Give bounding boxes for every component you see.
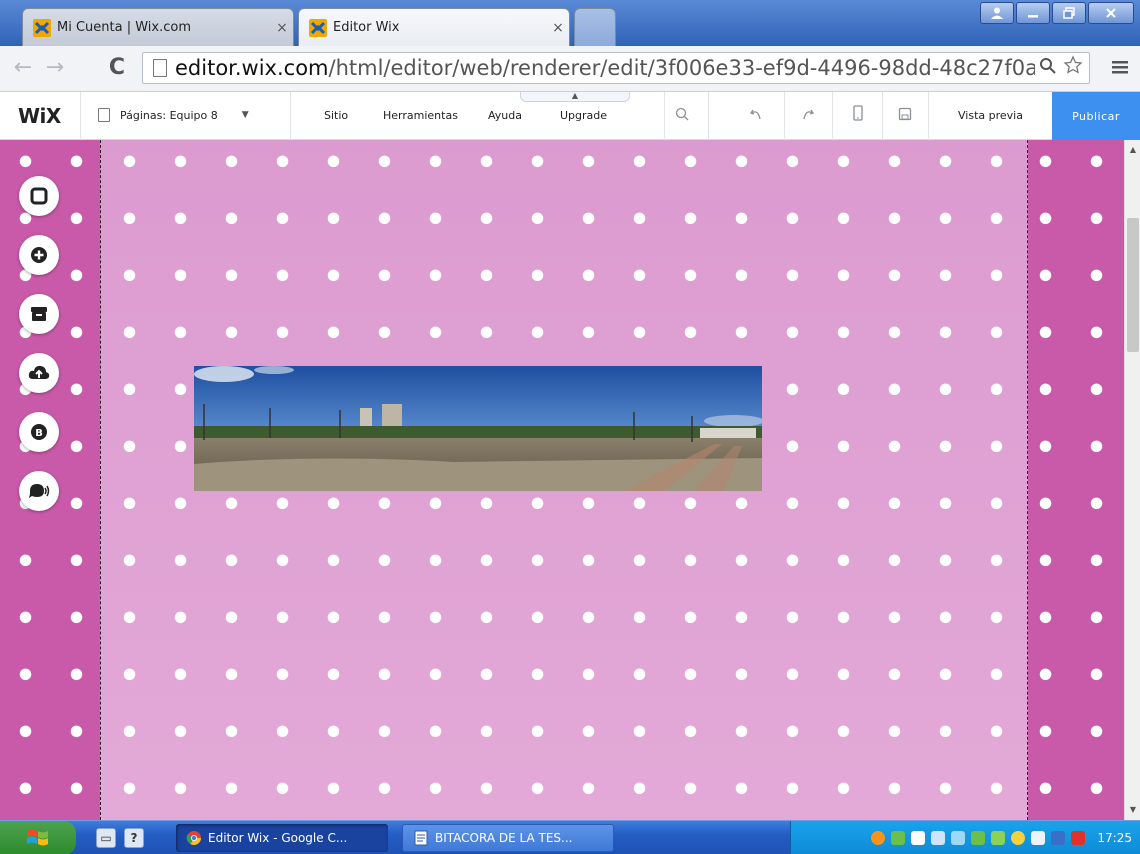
- undo-icon[interactable]: [744, 104, 768, 128]
- taskbar-item-chrome[interactable]: Editor Wix - Google C...: [176, 824, 388, 852]
- divider: [784, 92, 785, 140]
- new-tab-button[interactable]: [574, 8, 616, 46]
- bookmark-star-icon[interactable]: [1063, 55, 1083, 75]
- address-bar[interactable]: editor.wix.com/html/editor/web/renderer/…: [142, 52, 1090, 84]
- browser-titlebar: Mi Cuenta | Wix.com × Editor Wix ×: [0, 0, 1140, 46]
- url-host: editor.wix.com: [175, 56, 329, 80]
- wix-favicon-icon: [309, 18, 327, 37]
- start-button[interactable]: [0, 821, 76, 854]
- pages-label: Páginas: Equipo 8: [120, 108, 218, 122]
- system-tray: 17:25: [790, 821, 1140, 854]
- blog-icon[interactable]: B: [19, 412, 59, 452]
- tab-mi-cuenta[interactable]: Mi Cuenta | Wix.com ×: [22, 8, 294, 46]
- taskbar-item-label: BITACORA DE LA TES...: [435, 831, 573, 845]
- tab-close-icon[interactable]: ×: [271, 20, 293, 36]
- upload-icon[interactable]: [19, 353, 59, 393]
- chrome-icon: [186, 831, 201, 845]
- antivirus-icon[interactable]: [871, 831, 886, 845]
- wix-logo: WiX: [18, 104, 61, 128]
- scroll-up-icon[interactable]: ▲: [1125, 142, 1140, 158]
- close-window-icon[interactable]: [1088, 2, 1134, 24]
- vertical-scrollbar[interactable]: ▲ ▼: [1124, 140, 1140, 820]
- tab-close-icon[interactable]: ×: [547, 20, 569, 36]
- add-icon[interactable]: [19, 235, 59, 275]
- window-controls: [980, 2, 1134, 24]
- menu-upgrade[interactable]: Upgrade: [560, 109, 607, 122]
- divider: [708, 92, 709, 140]
- reload-icon[interactable]: C: [104, 52, 130, 84]
- signal-bars-icon[interactable]: [971, 831, 986, 845]
- messenger-icon[interactable]: [1011, 831, 1026, 845]
- save-icon[interactable]: [893, 104, 917, 128]
- page-icon: [153, 59, 167, 77]
- app-market-icon[interactable]: [19, 294, 59, 334]
- chevron-down-icon: ▼: [241, 110, 249, 120]
- preview-button[interactable]: Vista previa: [958, 109, 1023, 122]
- mobile-view-icon[interactable]: [846, 104, 870, 128]
- forward-icon[interactable]: →: [42, 52, 68, 84]
- signal-icon[interactable]: [891, 831, 906, 845]
- network-icon[interactable]: [931, 831, 946, 845]
- back-icon[interactable]: ←: [10, 52, 36, 84]
- taskbar-item-document[interactable]: BITACORA DE LA TES...: [402, 824, 614, 852]
- display-icon[interactable]: [1031, 831, 1046, 845]
- publish-button[interactable]: Publicar: [1052, 92, 1140, 140]
- chat-icon[interactable]: [19, 471, 59, 511]
- divider: [882, 92, 883, 140]
- pages-icon: [98, 108, 110, 122]
- collapse-toolbar-icon[interactable]: ▲: [520, 92, 630, 102]
- url-path: /html/editor/web/renderer/edit/3f006e33-…: [328, 56, 1063, 80]
- zoom-icon[interactable]: [670, 104, 694, 128]
- divider: [832, 92, 833, 140]
- clock: 17:25: [1097, 831, 1132, 845]
- divider: [290, 92, 291, 140]
- minimize-icon[interactable]: [1016, 2, 1050, 24]
- menu-tools[interactable]: Herramientas: [383, 109, 458, 122]
- help-icon[interactable]: ?: [124, 828, 144, 848]
- battery-icon[interactable]: [991, 831, 1006, 845]
- taskbar-item-label: Editor Wix - Google C...: [208, 831, 348, 845]
- omnibox-actions: [1034, 55, 1083, 80]
- windows-taskbar: ▭ ? Editor Wix - Google C... BITACORA DE…: [0, 820, 1140, 854]
- scroll-thumb[interactable]: [1127, 218, 1139, 352]
- menu-site[interactable]: Sitio: [324, 109, 348, 122]
- background-icon[interactable]: [19, 176, 59, 216]
- document-icon: [414, 830, 428, 846]
- wix-editor-topbar: WiX Páginas: Equipo 8 ▼ Sitio Herramient…: [0, 92, 1140, 140]
- panorama-image[interactable]: [194, 366, 762, 491]
- svg-text:B: B: [35, 428, 43, 439]
- menu-help[interactable]: Ayuda: [488, 109, 522, 122]
- divider: [664, 92, 665, 140]
- volume-icon[interactable]: [911, 831, 926, 845]
- keyboard-icon[interactable]: ▭: [96, 828, 116, 848]
- divider: [80, 92, 81, 140]
- user-icon[interactable]: [980, 2, 1014, 24]
- tab-title: Editor Wix: [333, 20, 400, 35]
- tab-editor-wix[interactable]: Editor Wix ×: [298, 8, 570, 46]
- divider: [928, 92, 929, 140]
- editor-canvas[interactable]: B: [0, 140, 1124, 820]
- chrome-menu-icon[interactable]: [1112, 56, 1128, 80]
- scroll-down-icon[interactable]: ▼: [1125, 802, 1140, 818]
- pages-dropdown[interactable]: Páginas: Equipo 8 ▼: [98, 108, 249, 122]
- windows-logo-icon: [27, 829, 48, 846]
- maximize-icon[interactable]: [1052, 2, 1086, 24]
- wireless-icon[interactable]: [951, 831, 966, 845]
- wix-favicon-icon: [33, 18, 51, 37]
- update-icon[interactable]: [1071, 831, 1086, 845]
- search-icon[interactable]: [1039, 57, 1057, 75]
- browser-toolbar: ← → C editor.wix.com/html/editor/web/ren…: [0, 46, 1140, 92]
- tab-title: Mi Cuenta | Wix.com: [57, 20, 191, 35]
- monitor-icon[interactable]: [1051, 831, 1066, 845]
- redo-icon[interactable]: [796, 104, 820, 128]
- left-tool-panel: B: [19, 176, 59, 511]
